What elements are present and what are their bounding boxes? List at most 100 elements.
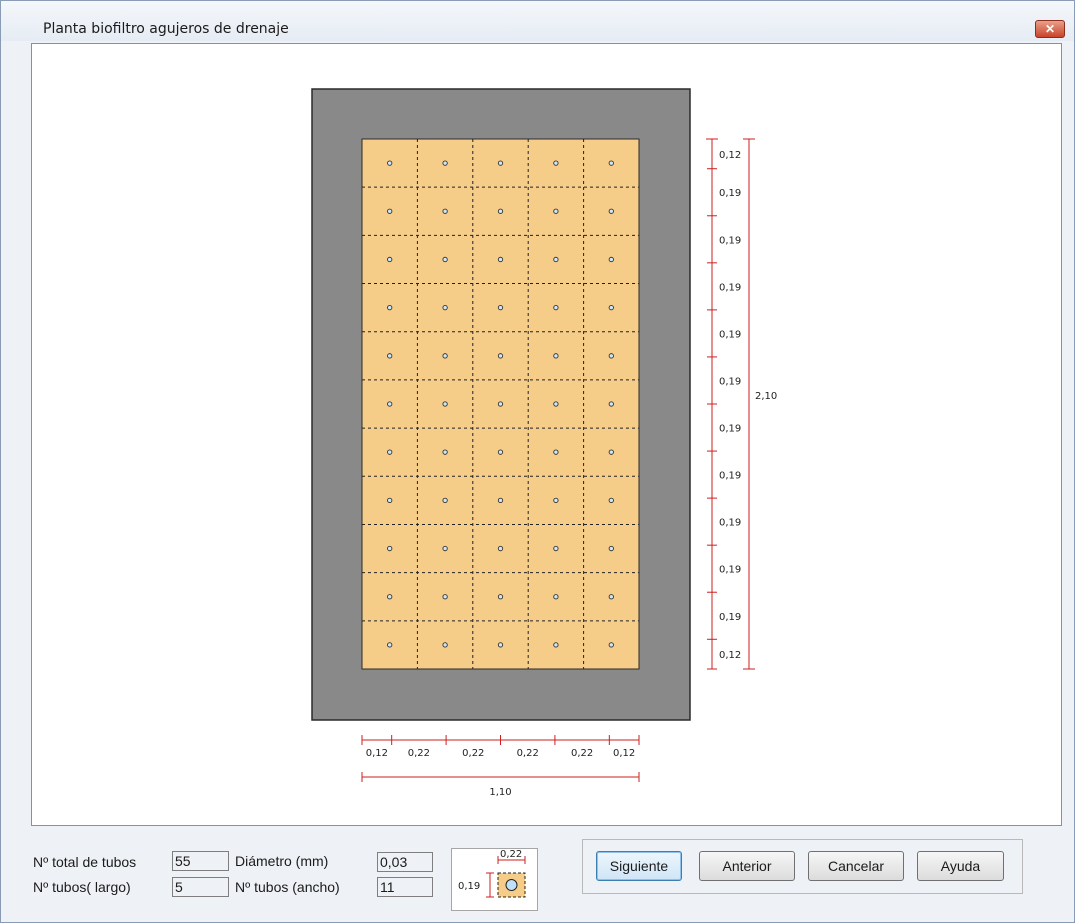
drain-hole-icon — [387, 642, 393, 648]
drain-hole-icon — [387, 449, 393, 455]
right-dimension-label: 0,19 — [719, 424, 741, 435]
total-tubes-field[interactable]: 55 — [172, 851, 229, 871]
total-tubes-label: Nº total de tubos — [33, 854, 137, 870]
right-dimension-label: 0,12 — [719, 150, 741, 161]
tubes-width-field[interactable]: 11 — [377, 877, 433, 897]
drawing-canvas: 0,12 0,19 0,19 0,19 0,19 0,19 0,19 0,19 0,19 0,19… — [31, 43, 1062, 826]
biofilter-plan-drawing: 0,12 0,19 0,19 0,19 0,19 0,19 0,19 0,19 0,19 0,19… — [311, 88, 777, 798]
diameter-label: Diámetro (mm) — [235, 853, 329, 869]
button-group: Siguiente Anterior Cancelar Ayuda — [582, 839, 1023, 894]
drain-hole-icon — [497, 449, 504, 455]
bottom-bar: Nº total de tubos 55 Nº tubos( largo) 5 … — [1, 829, 1075, 924]
right-dimension-label: 0,19 — [719, 235, 741, 246]
drain-hole-icon — [497, 353, 504, 359]
drain-hole-icon — [553, 208, 559, 214]
drain-hole-icon — [608, 594, 614, 600]
right-dimension-label: 0,19 — [719, 329, 741, 340]
close-button[interactable]: ✕ — [1035, 20, 1065, 38]
window-title: Planta biofiltro agujeros de drenaje — [43, 21, 289, 37]
bottom-dimension-label: 0,22 — [408, 748, 430, 759]
drain-hole-icon — [387, 594, 393, 600]
drain-hole-icon — [442, 304, 448, 311]
drain-hole-icon — [608, 449, 614, 455]
drain-hole-icon — [497, 497, 504, 504]
total-width-label: 1,10 — [489, 787, 511, 798]
title-bar: Planta biofiltro agujeros de drenaje ✕ — [1, 1, 1074, 41]
drain-hole-icon — [497, 208, 504, 214]
right-dimension-label: 0,19 — [719, 282, 741, 293]
drain-hole-icon — [553, 545, 559, 552]
close-icon: ✕ — [1044, 22, 1056, 36]
drain-hole-icon — [497, 545, 504, 552]
drain-hole-icon — [497, 642, 504, 648]
drain-hole-icon — [608, 545, 614, 552]
drain-hole-icon — [387, 256, 393, 263]
drain-hole-icon — [442, 401, 448, 407]
diameter-field[interactable]: 0,03 — [377, 852, 433, 872]
right-dimension-label: 0,19 — [719, 376, 741, 387]
drain-hole-icon — [387, 160, 393, 166]
drain-hole-icon — [608, 497, 614, 504]
tubes-length-field[interactable]: 5 — [172, 877, 229, 897]
drain-hole-icon — [553, 449, 559, 455]
drain-hole-icon — [442, 353, 448, 359]
bottom-dimension-label: 0,12 — [366, 748, 388, 759]
drain-hole-icon — [387, 545, 393, 552]
drain-hole-icon — [553, 353, 559, 359]
drain-hole-icon — [608, 256, 614, 263]
drain-hole-icon — [608, 304, 614, 311]
drain-hole-icon — [442, 594, 448, 600]
total-length-label: 2,10 — [755, 391, 777, 402]
right-dimension-label: 0,12 — [719, 650, 741, 661]
drain-hole-icon — [442, 545, 448, 552]
drain-hole-icon — [608, 160, 614, 166]
help-button[interactable]: Ayuda — [917, 851, 1004, 881]
drain-hole-icon — [497, 401, 504, 407]
drain-hole-icon — [387, 497, 393, 504]
drain-hole-icon — [497, 160, 504, 166]
drain-hole-icon — [442, 497, 448, 504]
drain-hole-icon — [387, 401, 393, 407]
previous-button[interactable]: Anterior — [699, 851, 795, 881]
right-dimension-label: 0,19 — [719, 471, 741, 482]
drain-hole-icon — [553, 642, 559, 648]
drain-hole-icon — [608, 642, 614, 648]
dialog-window: Planta biofiltro agujeros de drenaje ✕ 0… — [0, 0, 1075, 923]
drain-hole-icon — [497, 594, 504, 600]
legend-height-label: 0,19 — [458, 881, 480, 892]
drain-hole-icon — [497, 256, 504, 263]
drain-hole-icon — [497, 304, 504, 311]
drain-hole-icon — [442, 208, 448, 214]
bottom-dimension-label: 0,12 — [613, 748, 635, 759]
drain-hole-icon — [553, 497, 559, 504]
drain-hole-icon — [553, 256, 559, 263]
legend-width-label: 0,22 — [500, 849, 522, 860]
drain-hole-icon — [387, 208, 393, 214]
drain-hole-icon — [442, 160, 448, 166]
bottom-dimension-label: 0,22 — [462, 748, 484, 759]
drain-hole-icon — [553, 401, 559, 407]
bottom-dimension-label: 0,22 — [571, 748, 593, 759]
right-dimension-label: 0,19 — [719, 565, 741, 576]
drain-hole-icon — [608, 208, 614, 214]
right-dimension-label: 0,19 — [719, 518, 741, 529]
cancel-button[interactable]: Cancelar — [808, 851, 904, 881]
bottom-dimension-label: 0,22 — [517, 748, 539, 759]
drain-hole-icon — [442, 449, 448, 455]
tubes-width-label: Nº tubos (ancho) — [235, 879, 340, 895]
tubes-length-label: Nº tubos( largo) — [33, 879, 131, 895]
right-dimension-label: 0,19 — [719, 612, 741, 623]
drain-hole-icon — [608, 401, 614, 407]
drain-hole-icon — [387, 353, 393, 359]
drain-hole-icon — [553, 304, 559, 311]
drain-hole-icon — [608, 353, 614, 359]
next-button[interactable]: Siguiente — [596, 851, 682, 881]
drain-hole-icon — [442, 256, 448, 263]
drain-hole-icon — [553, 160, 559, 166]
legend-hole-icon — [505, 879, 518, 891]
drain-hole-icon — [387, 304, 393, 311]
cell-legend-drawing: 0,22 0,19 — [458, 849, 526, 898]
cell-legend: 0,22 0,19 — [451, 848, 538, 911]
drain-hole-icon — [442, 642, 448, 648]
drain-hole-icon — [553, 594, 559, 600]
